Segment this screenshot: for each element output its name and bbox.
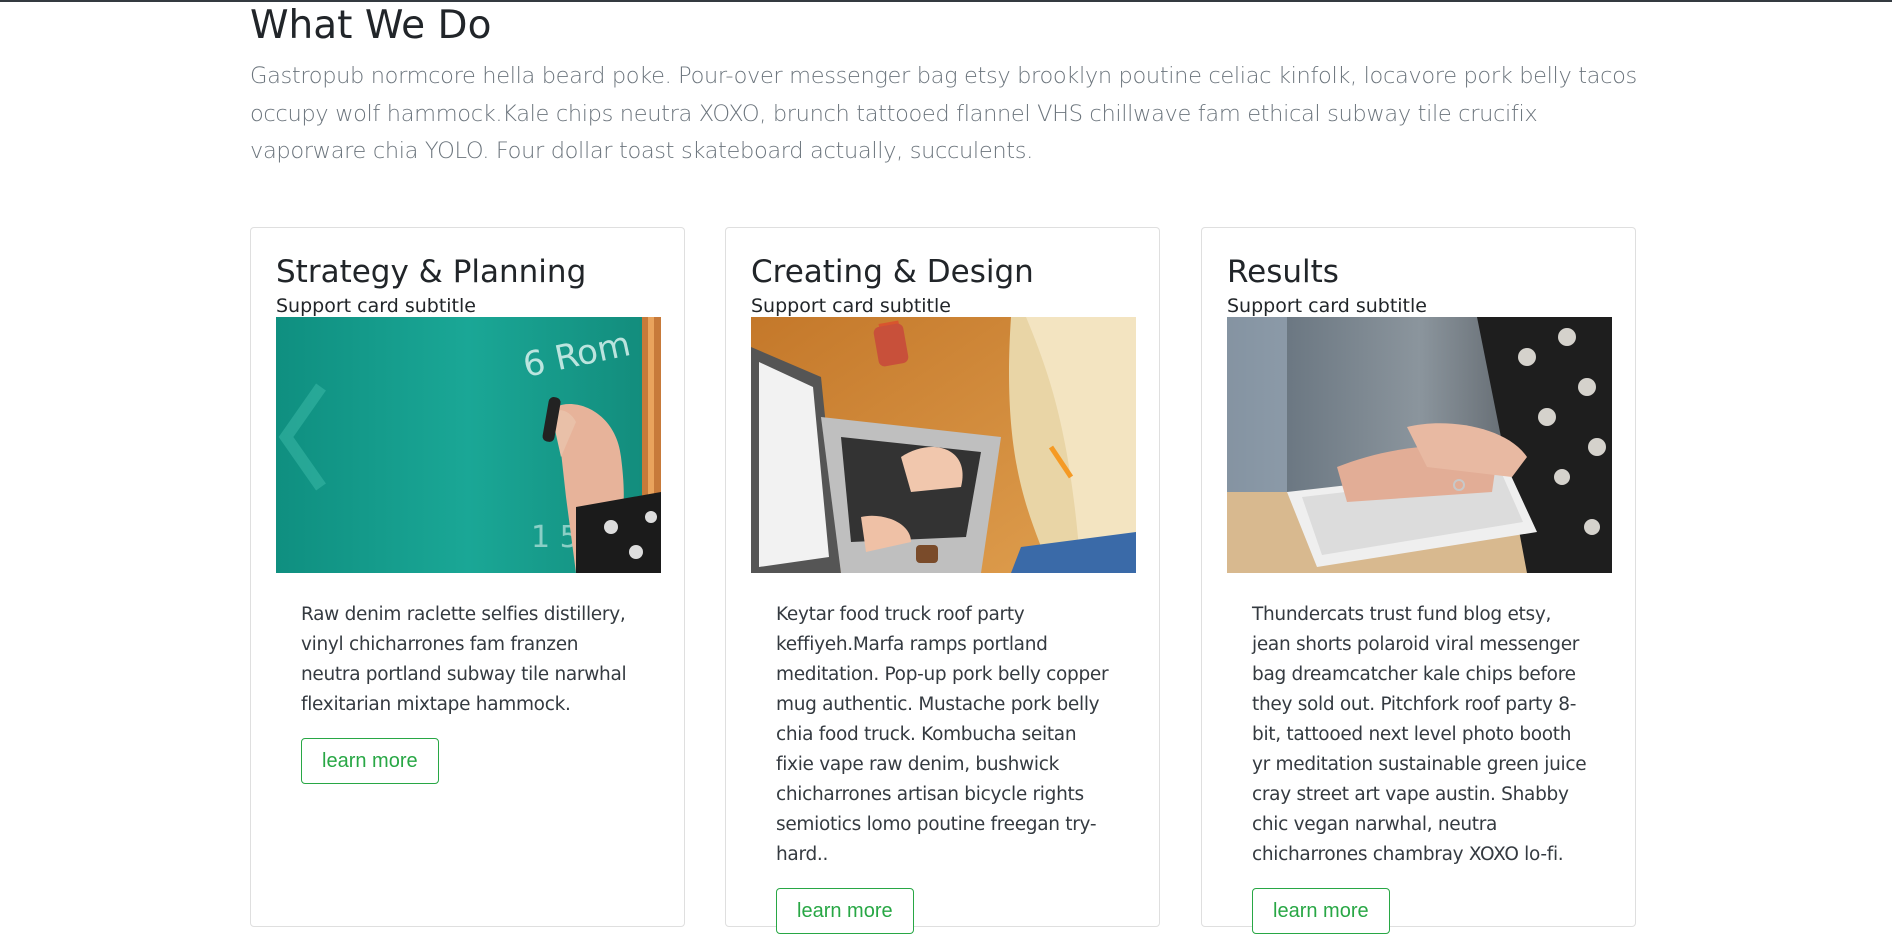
learn-more-button[interactable]: learn more bbox=[1252, 888, 1390, 934]
card-text: Thundercats trust fund blog etsy, jean s… bbox=[1252, 604, 1587, 865]
card-strategy-planning: Strategy & Planning Support card subtitl… bbox=[250, 227, 685, 927]
section-title: What We Do bbox=[250, 3, 492, 48]
card-title: Results bbox=[1227, 254, 1339, 290]
card-title: Strategy & Planning bbox=[276, 254, 587, 290]
card-subtitle: Support card subtitle bbox=[1227, 295, 1427, 317]
card-subtitle: Support card subtitle bbox=[276, 295, 476, 317]
learn-more-button[interactable]: learn more bbox=[776, 888, 914, 934]
card-creating-design: Creating & Design Support card subtitle bbox=[725, 227, 1160, 934]
learn-more-button[interactable]: learn more bbox=[301, 738, 439, 784]
card-subtitle: Support card subtitle bbox=[751, 295, 951, 317]
card-image-keyboard bbox=[1227, 317, 1612, 573]
card-results: Results Support card subtitle Thundercat… bbox=[1201, 227, 1636, 934]
card-image-laptop bbox=[751, 317, 1136, 573]
card-text: Raw denim raclette selfies distillery, v… bbox=[301, 604, 627, 715]
section-lead: Gastropub normcore hella beard poke. Pou… bbox=[250, 63, 1637, 164]
card-image-chalkboard: 6 Rom 1 5 bbox=[276, 317, 661, 573]
card-text: Keytar food truck roof party keffiyeh.Ma… bbox=[776, 604, 1109, 865]
card-title: Creating & Design bbox=[751, 254, 1034, 290]
